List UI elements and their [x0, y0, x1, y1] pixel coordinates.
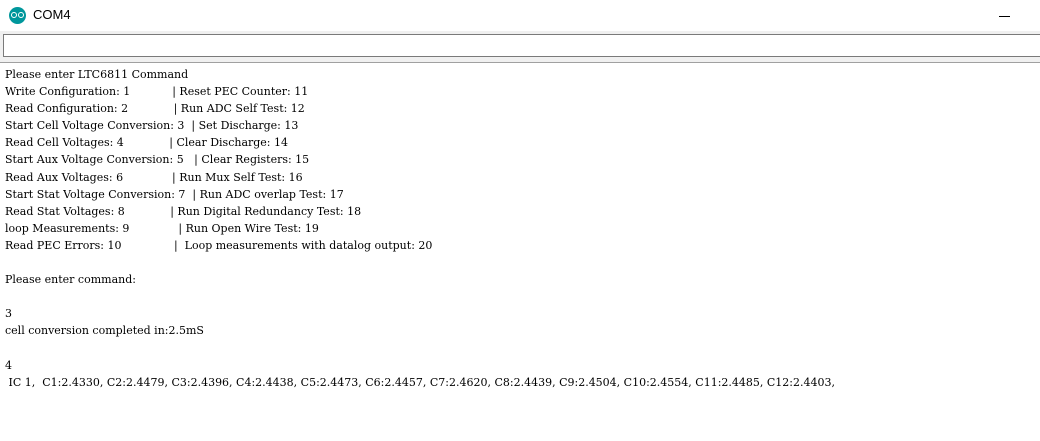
output-line: Start Aux Voltage Conversion: 5 | Clear … — [5, 153, 310, 167]
output-line: Read Aux Voltages: 6 | Run Mux Self Test… — [5, 170, 303, 184]
output-line: Please enter command: — [5, 273, 136, 287]
output-line: Start Cell Voltage Conversion: 3 | Set D… — [5, 119, 299, 133]
serial-output-area[interactable]: Please enter LTC6811 Command Write Confi… — [0, 62, 1040, 441]
output-line: Read PEC Errors: 10 | Loop measurements … — [5, 238, 433, 252]
output-line: Write Configuration: 1 | Reset PEC Count… — [5, 85, 309, 99]
output-line: Read Cell Voltages: 4 | Clear Discharge:… — [5, 136, 289, 150]
minimize-button[interactable] — [990, 3, 1020, 27]
output-line: Start Stat Voltage Conversion: 7 | Run A… — [5, 187, 344, 201]
serial-input-field[interactable] — [3, 34, 1040, 57]
output-line: 4 — [5, 358, 12, 372]
title-bar: COM4 — [0, 0, 1040, 31]
output-line: 3 — [5, 307, 12, 321]
output-line: Read Stat Voltages: 8 | Run Digital Redu… — [5, 204, 362, 218]
output-line: Read Configuration: 2 | Run ADC Self Tes… — [5, 102, 305, 116]
serial-monitor-window: COM4 Please enter LTC6811 Command Write … — [0, 0, 1040, 441]
window-title: COM4 — [33, 7, 71, 22]
send-bar — [0, 31, 1040, 62]
arduino-logo-icon — [9, 7, 26, 24]
output-line: Please enter LTC6811 Command — [5, 68, 189, 81]
output-line: cell conversion completed in:2.5mS — [5, 324, 204, 338]
output-line: IC 1, C1:2.4330, C2:2.4479, C3:2.4396, C… — [5, 375, 835, 389]
output-line: loop Measurements: 9 | Run Open Wire Tes… — [5, 221, 319, 235]
serial-output-text: Please enter LTC6811 Command Write Confi… — [0, 63, 1040, 391]
minimize-icon — [999, 16, 1010, 17]
